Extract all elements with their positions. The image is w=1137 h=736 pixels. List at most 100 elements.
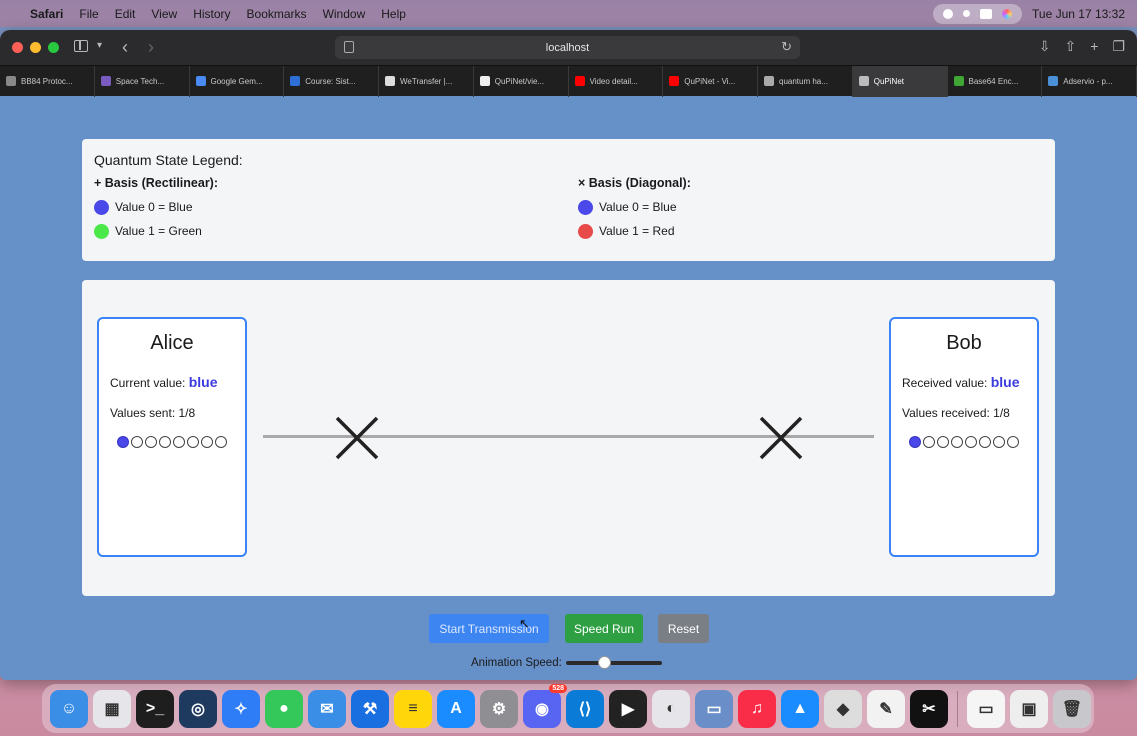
browser-tab[interactable]: Video detail...: [569, 65, 664, 97]
menu-edit[interactable]: Edit: [115, 7, 136, 21]
chevron-down-icon[interactable]: ▾: [97, 40, 102, 51]
qubit-dot: [159, 436, 171, 448]
sidebar-toggle-icon[interactable]: [74, 40, 88, 52]
dock-glyph: ✧: [234, 700, 248, 718]
siri-icon[interactable]: [1002, 8, 1013, 19]
dock-glyph: ▲: [792, 699, 808, 717]
menu-file[interactable]: File: [79, 7, 98, 21]
browser-tab[interactable]: QuPiNet: [852, 65, 948, 97]
menu-view[interactable]: View: [151, 7, 177, 21]
window-thumbnail-icon[interactable]: ▭: [967, 689, 1005, 728]
dock-glyph: ♫: [751, 699, 763, 717]
menu-window[interactable]: Window: [323, 7, 366, 21]
dock-glyph: ▦: [104, 700, 120, 718]
share-icon[interactable]: ⇧: [1065, 38, 1077, 55]
alice-name: Alice: [150, 332, 194, 354]
app-icon[interactable]: ▶: [609, 689, 647, 728]
browser-tab[interactable]: Space Tech...: [95, 65, 190, 97]
discord-icon[interactable]: ◉ 528: [523, 683, 567, 728]
qubit-dot: [1007, 436, 1019, 448]
system-settings-icon[interactable]: ⚙: [480, 689, 518, 728]
tab-label: Base64 Enc...: [968, 76, 1019, 86]
capcut-icon[interactable]: ✂: [910, 689, 948, 728]
downloads-icon[interactable]: ⇩: [1039, 38, 1051, 55]
slider-thumb[interactable]: [597, 656, 611, 669]
browser-tab[interactable]: BB84 Protoc...: [0, 65, 95, 97]
dot-icon[interactable]: [963, 10, 971, 17]
forward-icon[interactable]: ›: [148, 37, 154, 58]
browser-tab[interactable]: Course: Sist...: [284, 65, 379, 97]
page-menu-icon[interactable]: [344, 41, 354, 53]
terminal-icon[interactable]: >_: [136, 689, 174, 728]
tab-label: Course: Sist...: [305, 76, 356, 86]
start-transmission-button[interactable]: Start Transmission: [429, 614, 549, 643]
legend-item: Value 1 = Red: [578, 223, 691, 239]
alice-progress-dots: [117, 436, 227, 448]
legend-label: Value 1 = Green: [115, 224, 202, 238]
new-tab-icon[interactable]: +: [1090, 38, 1098, 55]
reload-icon[interactable]: ↻: [781, 39, 792, 55]
menu-help[interactable]: Help: [381, 7, 406, 21]
trash-icon[interactable]: 🗑: [1053, 689, 1091, 728]
music-icon[interactable]: ♫: [738, 689, 776, 728]
current-value: blue: [188, 374, 218, 390]
address-bar[interactable]: localhost ↻: [335, 36, 800, 59]
control-center-icon[interactable]: [980, 8, 993, 19]
preview-icon[interactable]: ▭: [695, 689, 733, 728]
qubit-dot: [117, 436, 129, 448]
zoom-window-button[interactable]: [48, 42, 59, 53]
current-value-label: Current value:: [110, 376, 186, 390]
record-icon[interactable]: [943, 8, 954, 19]
tab-label: BB84 Protoc...: [21, 76, 73, 86]
back-icon[interactable]: ‹: [122, 37, 128, 58]
app-icon[interactable]: ◐: [652, 689, 690, 728]
vscode-icon[interactable]: ⟨⟩: [566, 689, 604, 728]
tab-label: quantum ha...: [779, 76, 828, 86]
values-received: Values received: 1/8: [902, 406, 1010, 420]
launchpad-icon[interactable]: ▦: [93, 689, 131, 728]
app-icon[interactable]: ◎: [179, 689, 217, 728]
legend-rectilinear: + Basis (Rectilinear): Value 0 = Blue Va…: [94, 176, 218, 247]
qubit-dot: [951, 436, 963, 448]
qubit-dot: [923, 436, 935, 448]
messages-icon[interactable]: ●: [265, 689, 303, 728]
menu-history[interactable]: History: [193, 7, 230, 21]
browser-tab[interactable]: WeTransfer |...: [379, 65, 474, 97]
browser-tab[interactable]: Adservio - p...: [1042, 65, 1137, 97]
notes-icon[interactable]: ≡: [394, 689, 432, 728]
speed-run-button[interactable]: Speed Run: [565, 614, 643, 643]
app-store-icon[interactable]: A: [437, 689, 475, 728]
favicon-icon: [574, 76, 585, 86]
inkscape-icon[interactable]: ◆: [824, 689, 862, 728]
qubit-dot: [937, 436, 949, 448]
mail-icon[interactable]: ✉: [308, 689, 346, 728]
minimize-window-button[interactable]: [30, 42, 41, 53]
diagonal-basis-x-icon: [335, 416, 379, 460]
browser-tab[interactable]: Base64 Enc...: [948, 65, 1043, 97]
browser-tab[interactable]: QuPiNet - Vi...: [663, 65, 758, 97]
reset-button[interactable]: Reset: [658, 614, 709, 643]
bob-progress-dots: [909, 436, 1019, 448]
browser-tab[interactable]: QuPiNet/vie...: [474, 65, 569, 97]
menu-bar: Safari File Edit View History Bookmarks …: [0, 0, 1137, 27]
finder-icon[interactable]: ☺: [50, 689, 88, 728]
clock[interactable]: Tue Jun 17 13:32: [1032, 7, 1125, 21]
status-icons-group: [933, 3, 1023, 24]
window-thumbnail-icon[interactable]: ▣: [1010, 689, 1048, 728]
menu-app-name[interactable]: Safari: [30, 7, 63, 21]
legend-panel: Quantum State Legend: + Basis (Rectiline…: [82, 139, 1055, 261]
browser-tab[interactable]: quantum ha...: [758, 65, 853, 97]
keynote-icon[interactable]: ▲: [781, 689, 819, 728]
safari-icon[interactable]: ✧: [222, 689, 260, 728]
tab-bar: BB84 Protoc... Space Tech... Google Gem...…: [0, 65, 1137, 97]
xcode-icon[interactable]: ⚒: [351, 689, 389, 728]
bob-name: Bob: [946, 332, 982, 354]
browser-tab[interactable]: Google Gem...: [190, 65, 285, 97]
textedit-icon[interactable]: ✎: [867, 689, 905, 728]
qubit-dot: [993, 436, 1005, 448]
close-window-button[interactable]: [12, 42, 23, 53]
animation-speed-slider[interactable]: [565, 656, 662, 669]
tab-overview-icon[interactable]: ❐: [1112, 38, 1125, 55]
menu-bookmarks[interactable]: Bookmarks: [247, 7, 307, 21]
legend-title: Quantum State Legend:: [94, 152, 243, 168]
